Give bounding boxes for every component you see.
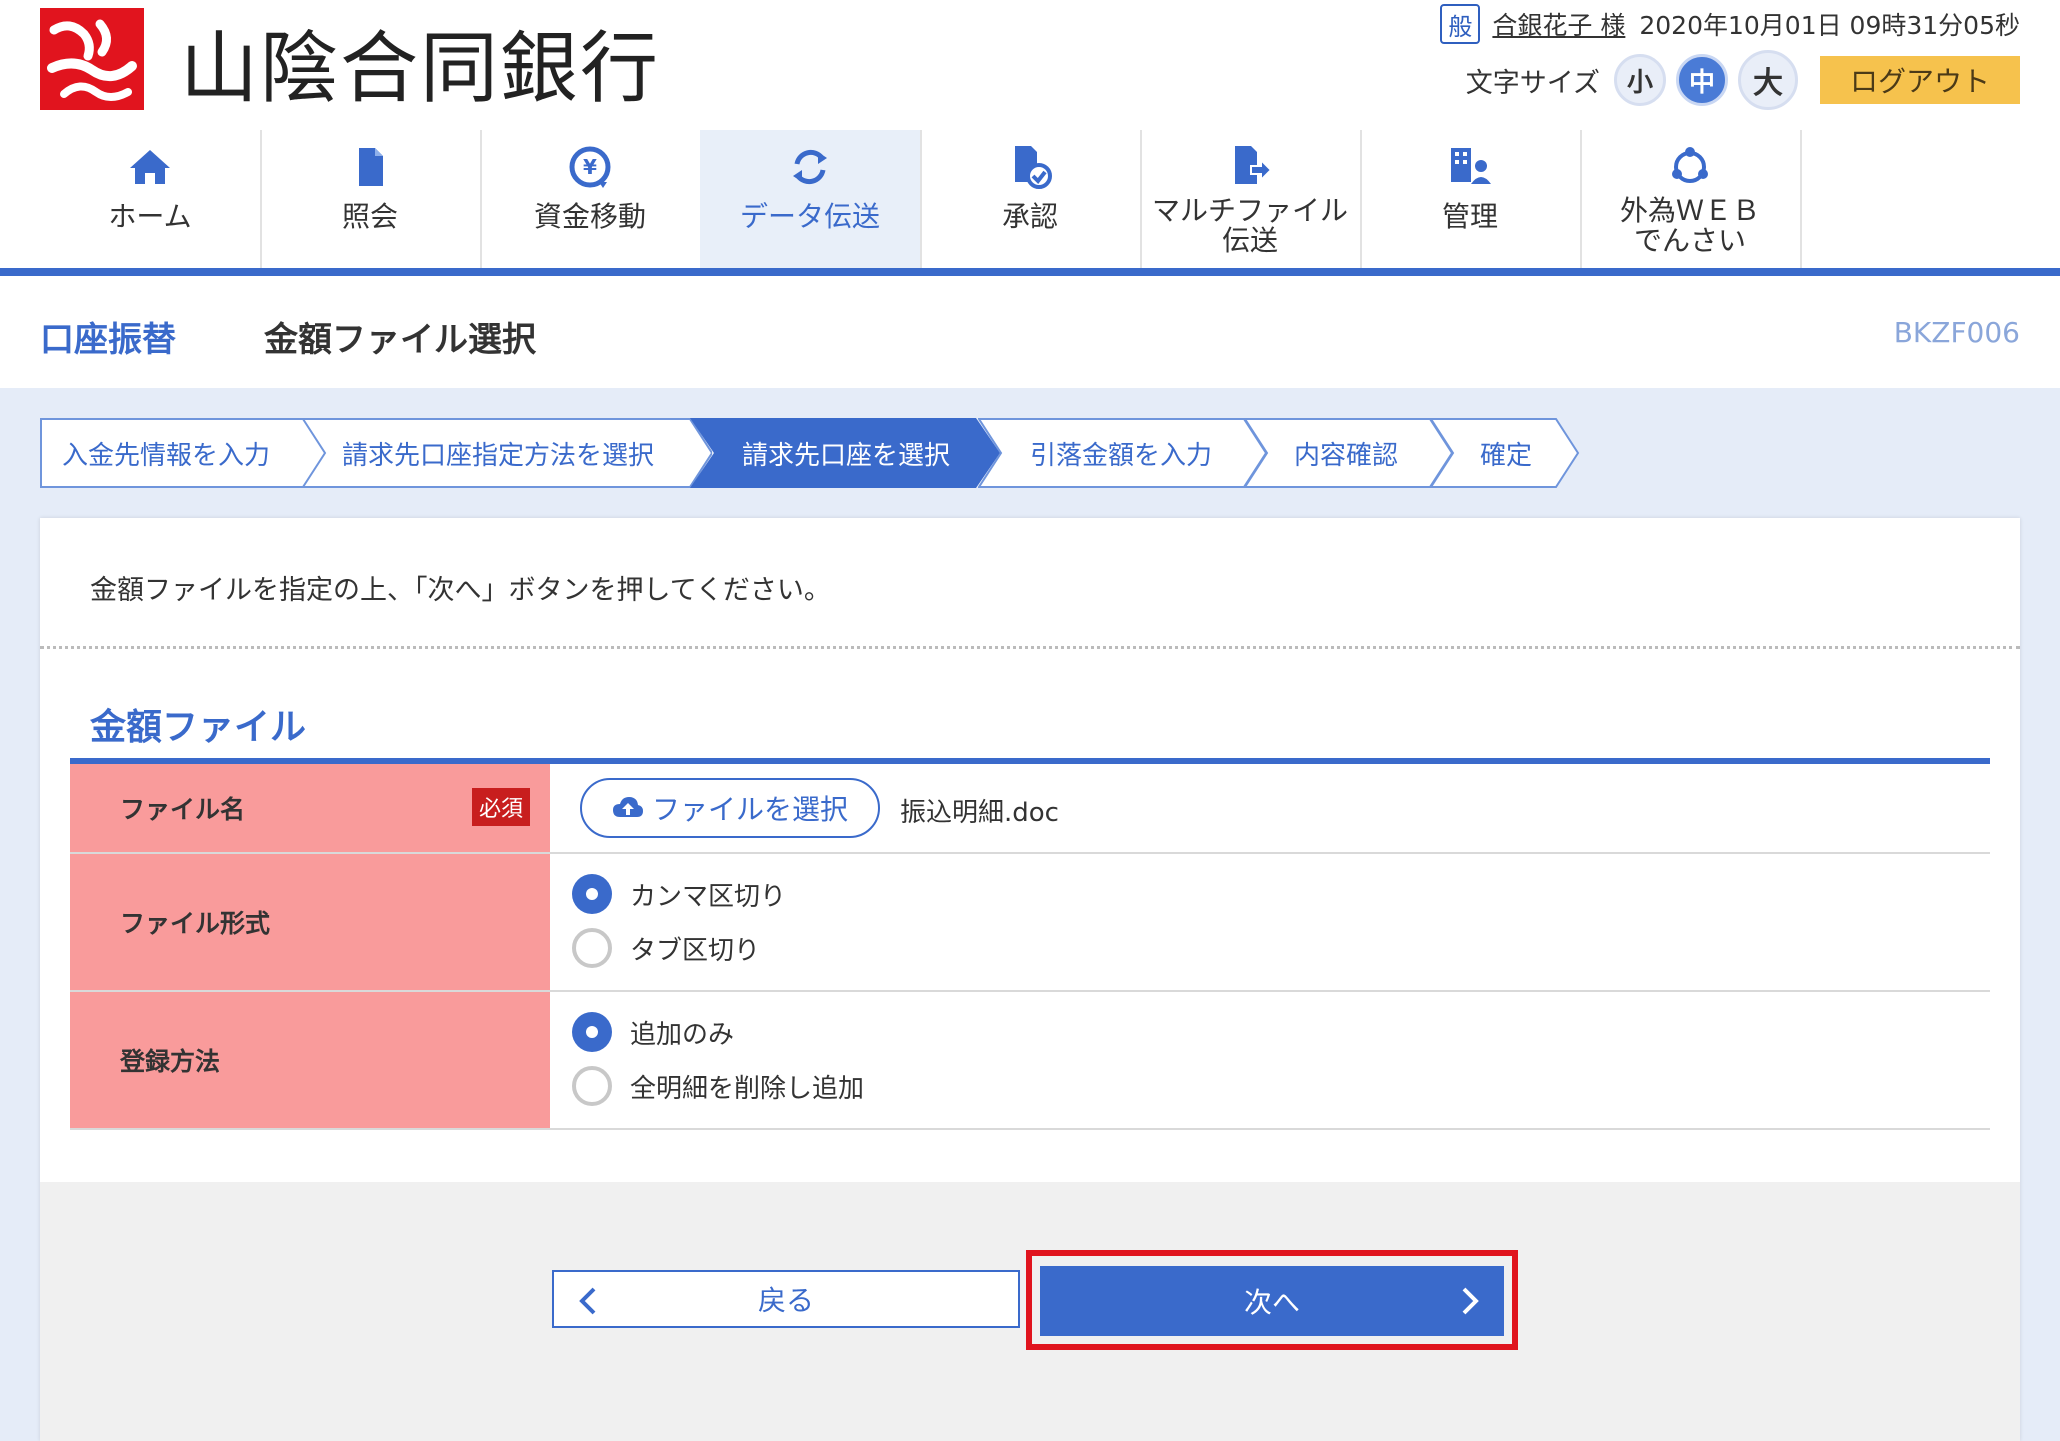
user-kind-badge: 般 xyxy=(1440,4,1481,44)
main-card: 金額ファイルを指定の上、「次へ」ボタンを押してください。 金額ファイル ファイル… xyxy=(40,518,2020,1441)
section-heading: 金額ファイル xyxy=(90,707,307,748)
sync-icon xyxy=(793,149,827,185)
back-button[interactable]: 戻る xyxy=(552,1270,1020,1328)
font-size-large-button[interactable]: 大 xyxy=(1738,50,1798,110)
svg-text:¥: ¥ xyxy=(583,155,597,179)
user-info: 般 合銀花子 様 2020年10月01日 09時31分05秒 xyxy=(1440,4,2020,44)
radio-label: カンマ区切り xyxy=(630,881,787,912)
radio-unchecked[interactable] xyxy=(572,1066,612,1106)
header-controls: 文字サイズ 小 中 大 ログアウト xyxy=(1465,50,2020,110)
file-select-button[interactable]: ファイルを選択 xyxy=(580,778,880,838)
font-size-small-button[interactable]: 小 xyxy=(1614,54,1666,106)
network-icon xyxy=(1672,147,1708,183)
header: 山陰合同銀行 般 合銀花子 様 2020年10月01日 09時31分05秒 文字… xyxy=(0,0,2060,130)
file-name-label: ファイル名 xyxy=(120,795,246,824)
nav-label: ホーム xyxy=(108,200,192,233)
document-icon xyxy=(359,148,383,186)
nav-label: 管理 xyxy=(1441,200,1498,233)
next-label: 次へ xyxy=(1243,1286,1300,1319)
step-label: 引落金額を入力 xyxy=(1030,440,1213,471)
logout-button[interactable]: ログアウト xyxy=(1820,56,2020,104)
form-table: ファイル名 必須 ファイルを選択 振込明細.doc ファイル形式 カンマ区切り … xyxy=(70,758,1990,1130)
format-option-comma[interactable]: カンマ区切り xyxy=(572,874,786,914)
button-area: 戻る 次へ xyxy=(40,1182,2020,1441)
nav-label-line1: 外為ＷＥＢ xyxy=(1619,194,1760,227)
nav-label: 外為ＷＥＢ でんさい xyxy=(1620,196,1760,256)
radio-checked[interactable] xyxy=(572,874,612,914)
screen-code: BKZF006 xyxy=(1893,316,2020,349)
form-value-cell: 追加のみ 全明細を削除し追加 xyxy=(550,992,1990,1128)
form-label-cell: ファイル名 必須 xyxy=(70,764,550,852)
nav-item-data-transfer[interactable]: データ伝送 xyxy=(700,130,922,268)
register-option-append[interactable]: 追加のみ xyxy=(572,1012,734,1052)
nav-label: 承認 xyxy=(1001,200,1058,233)
bank-logo-icon xyxy=(40,8,144,110)
nav-label: マルチファイル 伝送 xyxy=(1152,196,1348,256)
form-row-register: 登録方法 追加のみ 全明細を削除し追加 xyxy=(70,992,1990,1130)
approve-icon xyxy=(1015,146,1052,189)
page-title-bar: 口座振替 金額ファイル選択 BKZF006 xyxy=(0,276,2060,388)
divider xyxy=(40,646,2020,649)
nav-item-fund-transfer[interactable]: ¥ 資金移動 xyxy=(480,130,702,268)
yen-transfer-icon: ¥ xyxy=(569,146,611,188)
font-size-label: 文字サイズ xyxy=(1465,67,1600,99)
form-value-cell: ファイルを選択 振込明細.doc xyxy=(550,764,1990,852)
required-badge: 必須 xyxy=(472,788,530,826)
nav-label-line1: マルチファイル xyxy=(1151,194,1348,227)
radio-checked[interactable] xyxy=(572,1012,612,1052)
file-select-label: ファイルを選択 xyxy=(651,793,848,826)
file-send-icon xyxy=(1235,146,1273,184)
radio-unchecked[interactable] xyxy=(572,928,612,968)
chevron-left-icon xyxy=(579,1287,596,1315)
nav-label: データ伝送 xyxy=(739,200,880,233)
nav-label-line2: でんさい xyxy=(1633,224,1746,257)
section-title: 口座振替 xyxy=(40,320,176,360)
chevron-right-icon xyxy=(1462,1287,1479,1315)
font-size-medium-button[interactable]: 中 xyxy=(1676,54,1728,106)
nav-label-line2: 伝送 xyxy=(1221,224,1278,257)
nav-item-gaitame-densai[interactable]: 外為ＷＥＢ でんさい xyxy=(1580,130,1802,268)
format-option-tab[interactable]: タブ区切り xyxy=(572,928,760,968)
login-datetime: 2020年10月01日 09時31分05秒 xyxy=(1639,11,2020,40)
admin-icon xyxy=(1451,148,1491,184)
nav-item-inquiry[interactable]: 照会 xyxy=(260,130,482,268)
radio-label: 全明細を削除し追加 xyxy=(630,1073,865,1104)
back-label: 戻る xyxy=(757,1284,814,1317)
step-label: 請求先口座を選択 xyxy=(742,440,951,471)
nav-label: 照会 xyxy=(341,200,398,233)
page-title: 金額ファイル選択 xyxy=(264,320,536,360)
nav-item-multi-file[interactable]: マルチファイル 伝送 xyxy=(1140,130,1362,268)
form-row-file: ファイル名 必須 ファイルを選択 振込明細.doc xyxy=(70,764,1990,854)
instruction-text: 金額ファイルを指定の上、「次へ」ボタンを押してください。 xyxy=(90,575,831,606)
form-label-cell: ファイル形式 xyxy=(70,854,550,990)
form-row-format: ファイル形式 カンマ区切り タブ区切り xyxy=(70,854,1990,992)
user-name-link[interactable]: 合銀花子 様 xyxy=(1492,6,1625,42)
register-option-replace[interactable]: 全明細を削除し追加 xyxy=(572,1066,864,1106)
bank-name: 山陰合同銀行 xyxy=(180,24,661,114)
selected-file-name: 振込明細.doc xyxy=(900,798,1059,828)
step-label: 入金先情報を入力 xyxy=(62,440,271,471)
register-method-label: 登録方法 xyxy=(120,1047,221,1076)
file-format-label: ファイル形式 xyxy=(120,909,271,938)
global-nav: ホーム 照会 ¥ 資金移動 データ伝送 承認 マルチファイル 伝送 管理 外為Ｗ… xyxy=(0,130,2060,276)
step-label: 請求先口座指定方法を選択 xyxy=(342,440,655,471)
step-label: 確定 xyxy=(1480,440,1533,471)
next-button[interactable]: 次へ xyxy=(1040,1266,1504,1336)
form-label-cell: 登録方法 xyxy=(70,992,550,1128)
form-value-cell: カンマ区切り タブ区切り xyxy=(550,854,1990,990)
step-label: 内容確認 xyxy=(1294,440,1399,471)
nav-label: 資金移動 xyxy=(533,200,646,233)
nav-item-admin[interactable]: 管理 xyxy=(1360,130,1582,268)
radio-label: タブ区切り xyxy=(630,935,761,966)
cloud-upload-icon xyxy=(612,797,643,817)
nav-item-approval[interactable]: 承認 xyxy=(920,130,1142,268)
home-icon xyxy=(130,150,170,184)
nav-item-home[interactable]: ホーム xyxy=(40,130,262,268)
radio-label: 追加のみ xyxy=(630,1019,735,1050)
